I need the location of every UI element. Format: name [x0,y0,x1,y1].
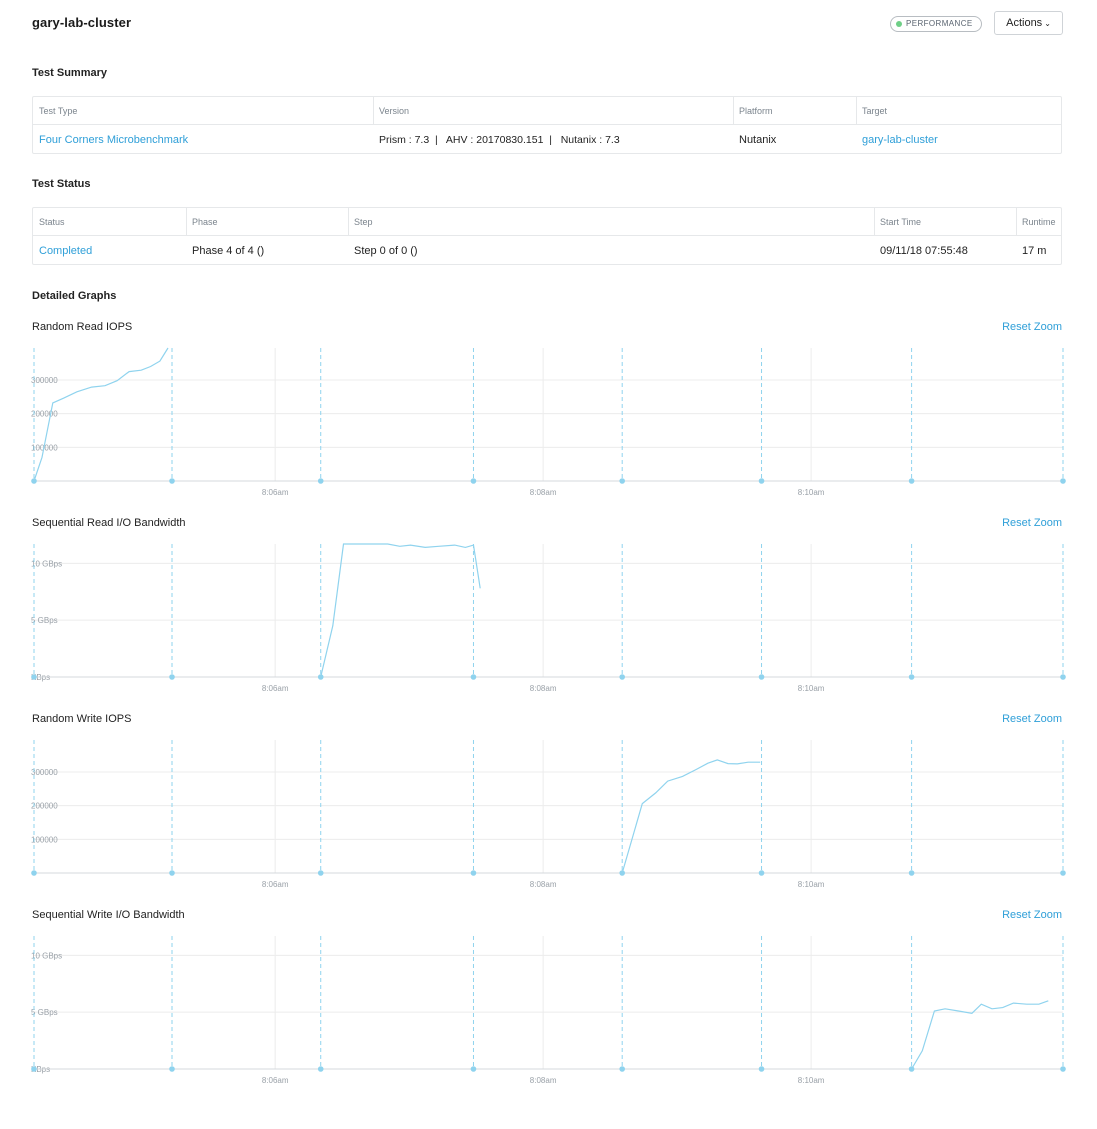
y-tick-label: 300000 [31,376,58,385]
platform-value: Nutanix [739,134,777,146]
version-value: Prism : 7.3 | AHV : 20170830.151 | Nutan… [379,134,620,146]
start-time-value: 09/11/18 07:55:48 [880,245,968,257]
y-tick-label: 10 GBps [31,951,62,960]
phase-marker-dot [758,478,765,484]
status-dot-icon [896,21,902,27]
phase-marker-dot [908,870,915,876]
reset-zoom-button[interactable]: Reset Zoom [1002,909,1062,921]
y-tick-label: 200000 [31,802,58,811]
x-tick-label: 8:06am [262,1076,289,1085]
page-title: gary-lab-cluster [32,15,132,30]
chart-random-write-iops[interactable]: 100000 200000 300000 8:06am 8:08am 8:10am [0,732,1097,892]
chart-title-sequential-write-bandwidth: Sequential Write I/O Bandwidth [32,909,185,921]
col-runtime: Runtime [1022,217,1056,227]
y-tick-label: 300000 [31,768,58,777]
x-tick-label: 8:10am [798,488,825,497]
series-line [320,543,481,678]
phase-marker-dot [169,1066,175,1072]
x-tick-label: 8:06am [262,488,289,497]
performance-badge: PERFORMANCE [890,16,982,32]
phase-marker-dot [31,870,37,876]
chart-title-random-read-iops: Random Read IOPS [32,321,133,333]
col-version: Version [379,106,410,116]
y-tick-label: 5 GBps [31,1008,58,1017]
chart-title-random-write-iops: Random Write IOPS [32,713,132,725]
x-tick-label: 8:08am [530,488,557,497]
col-platform: Platform [739,106,773,116]
phase-value: Phase 4 of 4 () [192,245,265,257]
phase-marker-dot [317,870,324,876]
y-tick-label: 5 GBps [31,616,58,625]
x-tick-label: 8:10am [798,1076,825,1085]
phase-marker-dot [169,870,175,876]
phase-marker-dot [169,478,175,484]
actions-button[interactable]: Actions ⌄ [994,11,1063,35]
phase-marker-dot [619,478,625,484]
x-tick-label: 8:08am [530,880,557,889]
chart-random-read-iops[interactable]: 1000002000003000008:06am 8:08am 8:10am [0,340,1097,500]
test-summary-title: Test Summary [32,67,107,79]
test-status-table: Status Phase Step Start Time Runtime Com… [32,207,1062,265]
phase-marker-dot [31,674,37,680]
x-tick-label: 8:06am [262,684,289,693]
y-tick-label: 10 GBps [31,559,62,568]
badge-label: PERFORMANCE [906,19,973,28]
phase-marker-dot [31,1066,37,1072]
col-target: Target [862,106,888,116]
col-start-time: Start Time [880,217,922,227]
chevron-down-icon: ⌄ [1044,19,1051,28]
y-tick-label: 100000 [31,835,58,844]
phase-marker-dot [758,674,765,680]
phase-marker-dot [470,674,477,680]
chart-sequential-read-bandwidth[interactable]: KBps5 GBps10 GBps8:06am 8:08am 8:10am [0,536,1097,696]
phase-marker-dot [1060,674,1066,680]
runtime-value: 17 m [1022,245,1047,257]
reset-zoom-button[interactable]: Reset Zoom [1002,321,1062,333]
x-tick-label: 8:10am [798,880,825,889]
phase-marker-dot [317,478,324,484]
phase-marker-dot [908,478,915,484]
x-tick-label: 8:08am [530,1076,557,1085]
phase-marker-dot [758,1066,765,1072]
phase-marker-dot [758,870,765,876]
x-tick-label: 8:08am [530,684,557,693]
series-line [911,1000,1049,1070]
phase-marker-dot [619,674,625,680]
phase-marker-dot [470,870,477,876]
detailed-graphs-title: Detailed Graphs [32,290,117,302]
step-value: Step 0 of 0 () [354,245,418,257]
phase-marker-dot [1060,870,1066,876]
x-tick-label: 8:10am [798,684,825,693]
actions-label: Actions [1006,17,1043,29]
col-phase: Phase [192,217,218,227]
chart-title-sequential-read-bandwidth: Sequential Read I/O Bandwidth [32,517,186,529]
phase-marker-dot [1060,1066,1066,1072]
series-line [621,759,761,874]
reset-zoom-button[interactable]: Reset Zoom [1002,517,1062,529]
phase-marker-dot [317,1066,324,1072]
target-link[interactable]: gary-lab-cluster [862,134,938,146]
test-status-title: Test Status [32,178,91,190]
x-tick-label: 8:06am [262,880,289,889]
status-link[interactable]: Completed [39,245,92,257]
phase-marker-dot [908,1066,915,1072]
col-test-type: Test Type [39,106,78,116]
test-summary-table: Test Type Version Platform Target Four C… [32,96,1062,154]
chart-sequential-write-bandwidth[interactable]: KBps5 GBps10 GBps8:06am 8:08am 8:10am [0,928,1097,1088]
col-step: Step [354,217,373,227]
phase-marker-dot [470,478,477,484]
phase-marker-dot [619,1066,625,1072]
phase-marker-dot [908,674,915,680]
phase-marker-dot [1060,478,1066,484]
test-type-link[interactable]: Four Corners Microbenchmark [39,134,188,146]
col-status: Status [39,217,65,227]
y-tick-label: 200000 [31,410,58,419]
reset-zoom-button[interactable]: Reset Zoom [1002,713,1062,725]
phase-marker-dot [470,1066,477,1072]
phase-marker-dot [169,674,175,680]
